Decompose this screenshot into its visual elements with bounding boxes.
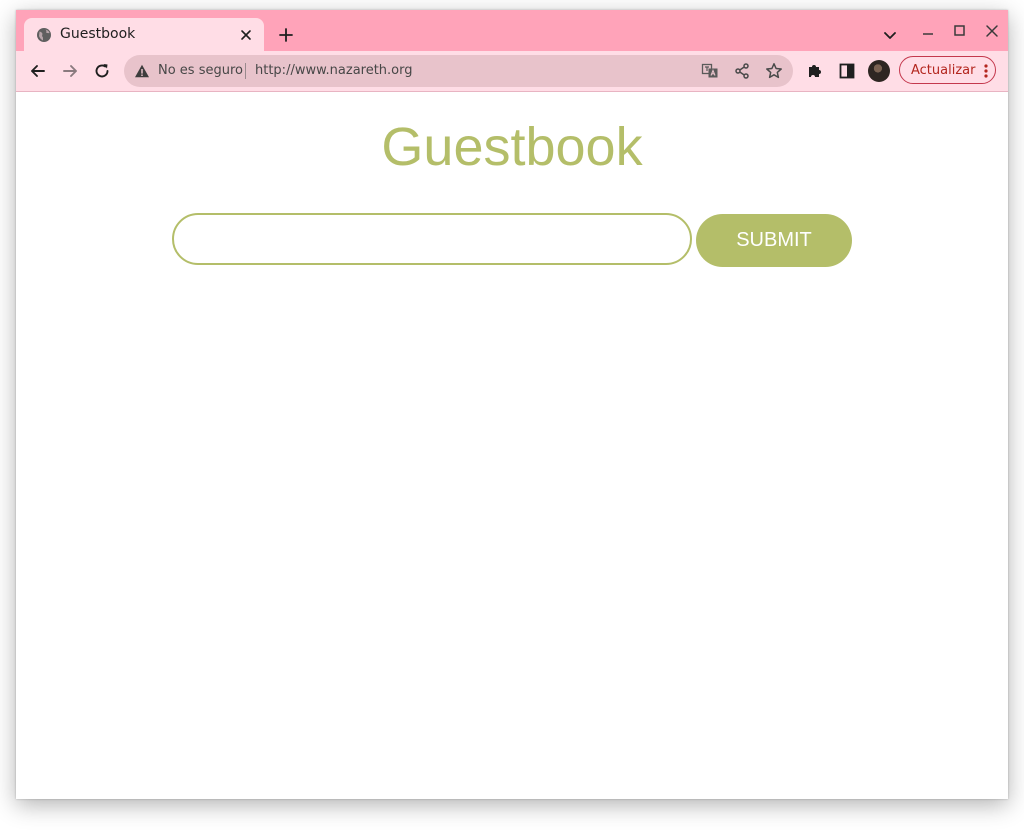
close-icon[interactable] <box>982 21 1002 41</box>
browser-window: Guestbook No es seguro http://www.nazare… <box>16 10 1008 799</box>
update-button[interactable]: Actualizar <box>899 56 996 84</box>
page-title: Guestbook <box>381 117 643 177</box>
globe-icon <box>37 28 51 42</box>
puzzle-icon[interactable] <box>805 61 825 81</box>
kebab-menu-icon[interactable] <box>980 63 992 79</box>
back-arrow-icon[interactable] <box>28 61 48 81</box>
update-button-label: Actualizar <box>911 63 976 78</box>
address-separator <box>245 63 246 79</box>
forward-arrow-icon[interactable] <box>60 61 80 81</box>
address-bar[interactable]: No es seguro http://www.nazareth.org <box>124 55 793 87</box>
tab-title: Guestbook <box>60 26 136 42</box>
tab-guestbook[interactable]: Guestbook <box>24 18 264 51</box>
security-status-label[interactable]: No es seguro <box>158 63 243 78</box>
browser-toolbar: No es seguro http://www.nazareth.org Act… <box>16 51 1008 92</box>
reload-icon[interactable] <box>92 61 112 81</box>
minimize-icon[interactable] <box>918 22 938 42</box>
translate-icon[interactable] <box>701 62 719 80</box>
chevron-down-icon[interactable] <box>880 25 900 45</box>
submit-button[interactable]: SUBMIT <box>696 214 852 267</box>
close-icon[interactable] <box>238 27 254 43</box>
guestbook-entry-input[interactable] <box>172 213 692 265</box>
tab-strip: Guestbook <box>16 10 1008 51</box>
share-icon[interactable] <box>733 62 751 80</box>
warning-icon[interactable] <box>134 63 150 79</box>
maximize-icon[interactable] <box>950 21 970 41</box>
side-panel-icon[interactable] <box>837 61 857 81</box>
plus-icon[interactable] <box>276 25 296 45</box>
url-text[interactable]: http://www.nazareth.org <box>255 63 413 78</box>
star-icon[interactable] <box>765 62 783 80</box>
profile-avatar[interactable] <box>868 60 890 82</box>
page-content: Guestbook SUBMIT <box>16 92 1008 799</box>
